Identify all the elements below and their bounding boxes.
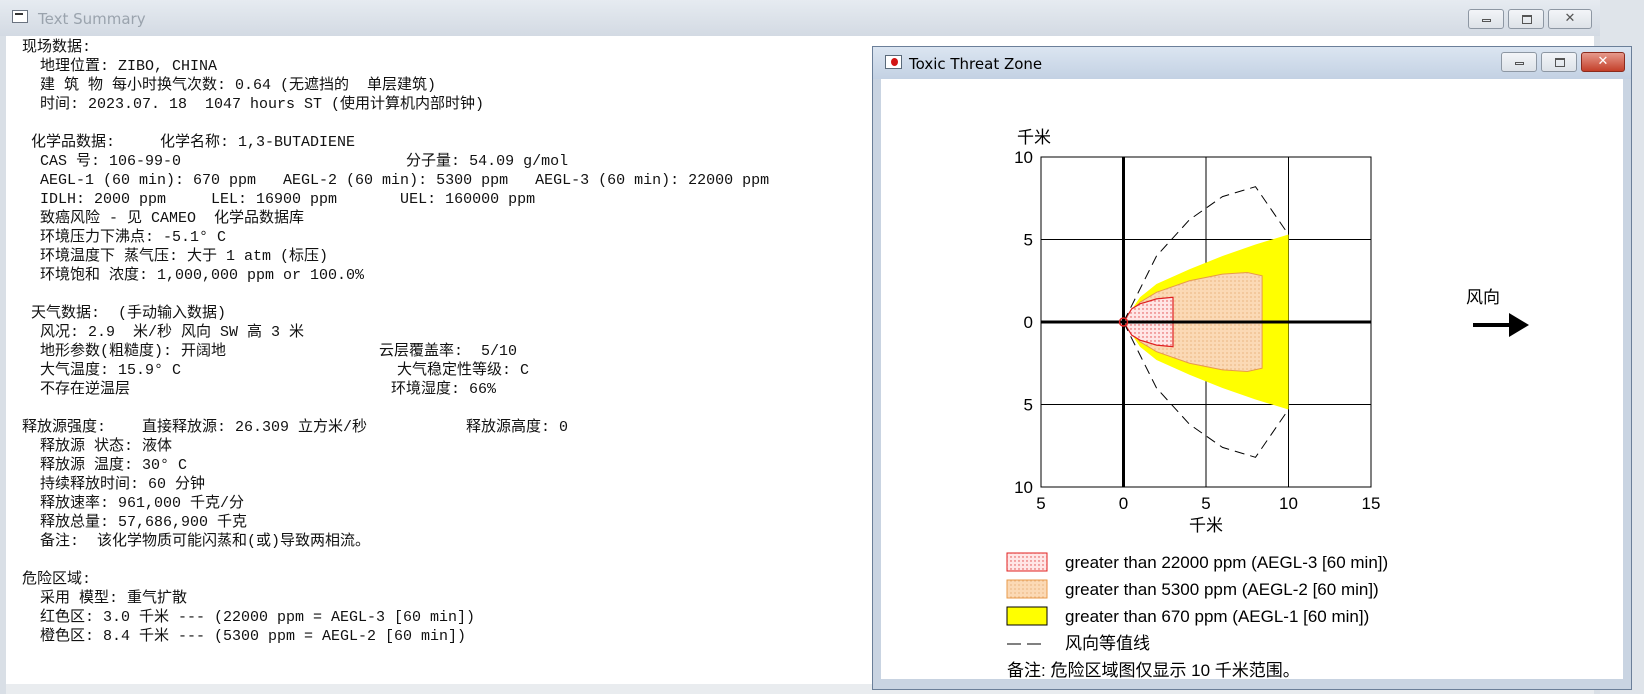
legend-confidence-label: 风向等值线 (1065, 634, 1150, 653)
x-tick-label: 0 (1119, 494, 1128, 513)
summary-line: 地形参数(粗糙度): 开阔地 云层覆盖率: 5/10 (22, 343, 518, 360)
threat-minimize-button[interactable] (1501, 52, 1537, 72)
summary-line: 采用 模型: 重气扩散 (22, 590, 188, 607)
summary-line: 释放源 温度: 30° C (22, 457, 188, 474)
summary-line: 备注: 该化学物质可能闪蒸和(或)导致两相流。 (22, 533, 371, 550)
window-title: Text Summary (38, 10, 146, 28)
summary-line: 时间: 2023.07. 18 1047 hours ST (使用计算机内部时钟… (22, 96, 485, 113)
minimize-button[interactable] (1468, 9, 1504, 29)
summary-line: 释放总量: 57,686,900 千克 (22, 514, 248, 531)
threat-close-button[interactable]: ✕ (1581, 52, 1625, 72)
legend-aegl2-swatch (1006, 579, 1048, 599)
summary-line: AEGL-1 (60 min): 670 ppm AEGL-2 (60 min)… (22, 172, 770, 189)
maximize-button[interactable] (1508, 9, 1544, 29)
summary-line: 释放源 状态: 液体 (22, 438, 173, 455)
minimize-icon (1515, 62, 1524, 65)
summary-line: 释放源强度: 直接释放源: 26.309 立方米/秒 释放源高度: 0 (22, 419, 569, 436)
x-tick-label: 5 (1036, 494, 1045, 513)
y-tick-label: 10 (1014, 148, 1033, 167)
text-summary-titlebar[interactable]: Text Summary ✕ (0, 0, 1600, 36)
summary-line: 建 筑 物 每小时换气次数: 0.64 (无遮挡的 单层建筑) (22, 77, 437, 94)
app-icon (12, 10, 28, 23)
summary-line: 现场数据: (22, 39, 92, 56)
summary-line: 天气数据: (手动输入数据) (22, 305, 227, 322)
legend-aegl2-label: greater than 5300 ppm (AEGL-2 [60 min]) (1065, 580, 1379, 599)
summary-line: 地理位置: ZIBO, CHINA (22, 58, 218, 75)
y-axis-label: 千米 (1017, 128, 1051, 147)
threat-zone-plot-area: 5 0 5 10 15 10 5 0 5 10 千米 千米 风向 greater than 22000 … (881, 79, 1623, 679)
x-tick-label: 5 (1201, 494, 1210, 513)
wind-direction-label: 风向 (1466, 288, 1500, 307)
y-tick-label: 5 (1024, 396, 1033, 415)
maximize-icon (1522, 15, 1532, 24)
summary-line: CAS 号: 106-99-0 分子量: 54.09 g/mol (22, 153, 569, 170)
summary-line: 不存在逆温层 环境湿度: 66% (22, 381, 497, 398)
legend-aegl1-swatch (1006, 606, 1048, 626)
legend-aegl3-label: greater than 22000 ppm (AEGL-3 [60 min]) (1065, 553, 1388, 572)
summary-line: 持续释放时间: 60 分钟 (22, 476, 206, 493)
summary-line: 大气温度: 15.9° C 大气稳定性等级: C (22, 362, 530, 379)
summary-line: 化学品数据: 化学名称: 1,3-BUTADIENE (22, 134, 356, 151)
threat-zone-titlebar[interactable]: Toxic Threat Zone ✕ (873, 47, 1631, 79)
x-axis-label: 千米 (1189, 516, 1223, 535)
y-tick-label: 10 (1014, 478, 1033, 497)
toxic-threat-zone-window: Toxic Threat Zone ✕ 5 0 5 10 15 10 5 0 5 10 千米 千米 风向… (872, 46, 1632, 690)
legend-aegl3-swatch (1006, 552, 1048, 572)
x-tick-label: 15 (1362, 494, 1381, 513)
summary-line: 橙色区: 8.4 千米 --- (5300 ppm = AEGL-2 [60 m… (22, 628, 467, 645)
summary-line: 风况: 2.9 米/秒 风向 SW 高 3 米 (22, 324, 305, 341)
threat-maximize-button[interactable] (1541, 52, 1577, 72)
summary-line: 环境温度下 蒸气压: 大于 1 atm (标压) (22, 248, 329, 265)
threat-zone-chart: 5 0 5 10 151050510千米千米风向 greater than 22000 … (1006, 128, 1529, 679)
close-icon: ✕ (1597, 54, 1609, 69)
y-tick-label: 5 (1024, 231, 1033, 250)
summary-line: 红色区: 3.0 千米 --- (22000 ppm = AEGL-3 [60 … (22, 609, 476, 626)
close-button[interactable]: ✕ (1548, 9, 1592, 29)
summary-line: 环境压力下沸点: -5.1° C (22, 229, 227, 246)
close-icon: ✕ (1564, 11, 1576, 26)
threat-window-title: Toxic Threat Zone (909, 55, 1043, 73)
x-tick-label: 10 (1279, 494, 1298, 513)
threat-app-icon (885, 55, 902, 69)
summary-line: 释放速率: 961,000 千克/分 (22, 495, 245, 512)
summary-line: 危险区域: (22, 571, 92, 588)
minimize-icon (1482, 19, 1491, 22)
maximize-icon (1555, 58, 1565, 67)
summary-line: 致癌风险 - 见 CAMEO 化学品数据库 (22, 210, 305, 227)
threat-zone-note: 备注: 危险区域图仅显示 10 千米范围。 (1007, 661, 1300, 679)
summary-line: 环境饱和 浓度: 1,000,000 ppm or 100.0% (22, 267, 365, 284)
summary-line: IDLH: 2000 ppm LEL: 16900 ppm UEL: 16000… (22, 191, 536, 208)
legend-aegl1-label: greater than 670 ppm (AEGL-1 [60 min]) (1065, 607, 1369, 626)
y-tick-label: 0 (1024, 313, 1033, 332)
wind-arrow-icon (1509, 313, 1529, 337)
